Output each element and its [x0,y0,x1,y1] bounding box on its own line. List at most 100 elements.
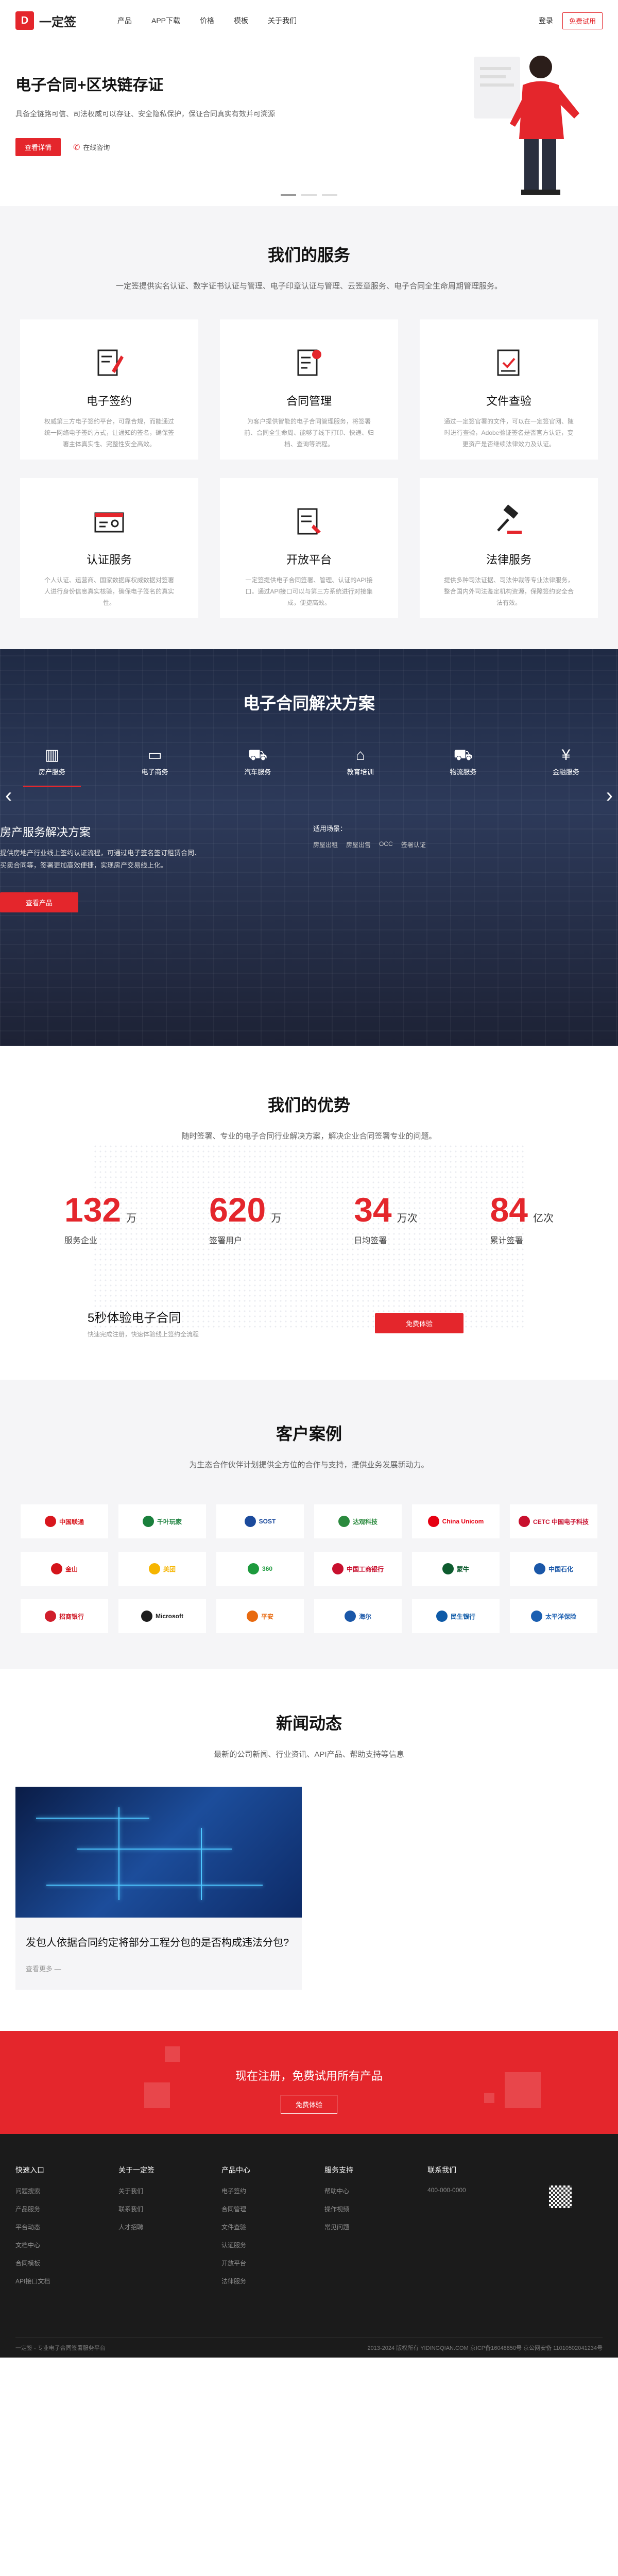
id-card-icon [94,512,124,533]
client-logo-card[interactable]: 平安 [216,1599,304,1633]
footer-link[interactable]: 帮助中心 [324,2187,386,2195]
footer-link[interactable]: 操作视频 [324,2205,386,2213]
client-logo-icon [246,1611,258,1622]
service-card-contract[interactable]: 合同管理 为客户提供智能的电子合同管理服务，将签署前、合同全生命周、能够了线下打… [220,319,398,460]
hero-detail-button[interactable]: 查看详情 [15,138,61,156]
stat-number: 34 [354,1191,392,1229]
client-logo-card[interactable]: 蒙牛 [412,1552,500,1586]
footer-link[interactable]: 开放平台 [221,2259,283,2267]
solution-tab-ecommerce[interactable]: ▭ 电子商务 [126,744,184,787]
solution-tab-auto[interactable]: ⛟ 汽车服务 [229,744,286,787]
stats-row: 132 万 服务企业 620 万 签署用户 34 万次 日均签署 84 亿次 累计签署 [64,1190,554,1246]
client-logo-card[interactable]: SOST [216,1504,304,1538]
footer-column: 关于一定签 关于我们 联系我们 人才招聘 [118,2165,180,2295]
client-logo-card[interactable]: 招商银行 [21,1599,108,1633]
stat-enterprises: 132 万 服务企业 [64,1190,136,1246]
client-logo-card[interactable]: Microsoft [118,1599,206,1633]
monitor-icon: ▭ [147,747,162,764]
stat-total: 84 亿次 累计签署 [490,1190,554,1246]
footer-link[interactable]: 人才招聘 [118,2223,180,2231]
carousel-dot[interactable] [281,194,296,196]
service-card-open[interactable]: 开放平台 一定签提供电子合同签署、管理、认证的API接口。通过API接口可以与第… [220,478,398,618]
footer-link[interactable]: 400-000-0000 [427,2187,489,2194]
footer-column-title: 产品中心 [221,2166,250,2174]
client-logo-icon [44,1516,56,1527]
footer-link[interactable]: 文件查验 [221,2223,283,2231]
footer-link[interactable]: 认证服务 [221,2241,283,2249]
footer-brand-text: 一定签 - 专业电子合同签署服务平台 [15,2345,106,2351]
free-trial-button[interactable]: 免费试用 [562,12,603,29]
client-logo-card[interactable]: 达观科技 [314,1504,402,1538]
footer-link[interactable]: 合同模板 [15,2259,77,2267]
service-desc: 通过一定签官署的文件，可以在一定签官网、随时进行查验，Adobe验证签名是否官方… [443,418,574,448]
nav-link-price[interactable]: 价格 [200,15,214,26]
circuit-line [201,1828,202,1900]
carousel-dot[interactable] [301,194,317,196]
service-card-esign[interactable]: 电子签约 权威第三方电子签约平台，可靠合规，而能通过统一网络电子签约方式，让通知… [20,319,198,460]
service-desc: 个人认证、运营商、国家数据库权威数据对签署人进行身份信息真实核验，确保电子签名的… [44,577,174,606]
nav-link-template[interactable]: 模板 [234,15,248,26]
stat-daily: 34 万次 日均签署 [354,1190,417,1246]
try-text: 5秒体验电子合同 快速完成注册，快速体验线上签约全流程 [88,1308,199,1338]
footer-link[interactable]: 文档中心 [15,2241,77,2249]
solution-view-product-button[interactable]: 查看产品 [0,892,79,912]
service-card-legal[interactable]: 法律服务 提供多种司法证据、司法仲裁等专业法律服务，整合国内外司法鉴定机构资源，… [420,478,598,618]
news-more-link[interactable]: 查看更多 — [26,1963,291,1973]
logo[interactable]: D 一定签 [15,11,76,30]
client-logo-card[interactable]: 千叶玩家 [118,1504,206,1538]
footer-link[interactable]: 合同管理 [221,2205,283,2213]
footer-link[interactable]: API接口文档 [15,2277,77,2285]
footer-link[interactable]: 常见问题 [324,2223,386,2231]
nav-link-about[interactable]: 关于我们 [268,15,297,26]
circuit-line [36,1818,149,1819]
hero-consult-link[interactable]: ✆ 在线咨询 [73,142,110,152]
client-logo-card[interactable]: China Unicom [412,1504,500,1538]
solution-tab-label: 物流服务 [450,768,477,776]
service-card-auth[interactable]: 认证服务 个人认证、运营商、国家数据库权威数据对签署人进行身份信息真实核验，确保… [20,478,198,618]
footer-link[interactable]: 产品服务 [15,2205,77,2213]
footer: 快速入口 问题搜索 产品服务 平台动态 文档中心 合同模板 API接口文档 关于一定签 关于我们… [0,2134,618,2358]
client-logo-card[interactable]: 中国联通 [21,1504,108,1538]
footer-link[interactable]: 联系我们 [118,2205,180,2213]
client-logo-card[interactable]: 太平洋保险 [510,1599,597,1633]
solution-tab-label: 汽车服务 [244,768,271,776]
solution-tab-logistics[interactable]: ⛟ 物流服务 [434,744,492,787]
client-logo-card[interactable]: 民生银行 [412,1599,500,1633]
scene-item: 签署认证 [401,841,426,849]
hero-illustration [474,56,579,195]
client-logo-card[interactable]: CETC 中国电子科技 [510,1504,597,1538]
footer-bottom: 一定签 - 专业电子合同签署服务平台 2013-2024 版权所有 YIDING… [15,2337,603,2358]
cta-free-button[interactable]: 免费体验 [280,2095,337,2114]
stat-label: 签署用户 [209,1236,243,1245]
services-section: 我们的服务 一定签提供实名认证、数字证书认证与管理、电子印章认证与管理、云签章服… [0,206,618,649]
client-logo-card[interactable]: 中国石化 [510,1552,597,1586]
news-card[interactable]: 发包人依据合同约定将部分工程分包的是否构成违法分包? 查看更多 — [15,1787,302,1990]
client-logo-card[interactable]: 海尔 [314,1599,402,1633]
footer-link[interactable]: 问题搜索 [15,2187,77,2195]
carousel-dot[interactable] [322,194,337,196]
client-logo-card[interactable]: 美团 [118,1552,206,1586]
client-logo-card[interactable]: 360 [216,1552,304,1586]
cases-subtitle: 为生态合作伙伴计划提供全方位的合作与支持，提供业务发展新动力。 [189,1461,429,1469]
footer-link[interactable]: 电子签约 [221,2187,283,2195]
service-desc: 一定签提供电子合同签署、管理、认证的API接口。通过API接口可以与第三方系统进… [245,577,373,606]
solution-tab-education[interactable]: ⌂ 教育培训 [332,744,389,787]
solution-tab-property[interactable]: ▥ 房产服务 [23,744,81,787]
gavel-icon [497,504,522,534]
solution-tab-finance[interactable]: ¥ 金融服务 [537,744,595,787]
footer-link[interactable]: 法律服务 [221,2277,283,2285]
service-card-verify[interactable]: 文件查验 通过一定签官署的文件，可以在一定签官网、随时进行查验，Adobe验证签… [420,319,598,460]
login-link[interactable]: 登录 [539,15,553,26]
try-free-button[interactable]: 免费体验 [374,1313,464,1333]
client-logo-name: 海尔 [358,1613,371,1620]
hero-banner: 电子合同+区块链存证 具备全链路可信、司法权威可以存证、安全隐私保护，保证合同真… [0,41,618,206]
footer-link[interactable]: 关于我们 [118,2187,180,2195]
nav-link-product[interactable]: 产品 [117,15,132,26]
client-logo-card[interactable]: 金山 [21,1552,108,1586]
news-body: 发包人依据合同约定将部分工程分包的是否构成违法分包? 查看更多 — [15,1918,302,1990]
footer-link[interactable]: 平台动态 [15,2223,77,2231]
nav-link-app[interactable]: APP下载 [151,15,180,26]
truck-icon: ⛟ [453,747,473,764]
try-desc: 快速完成注册，快速体验线上签约全流程 [88,1331,199,1338]
client-logo-card[interactable]: 中国工商银行 [314,1552,402,1586]
